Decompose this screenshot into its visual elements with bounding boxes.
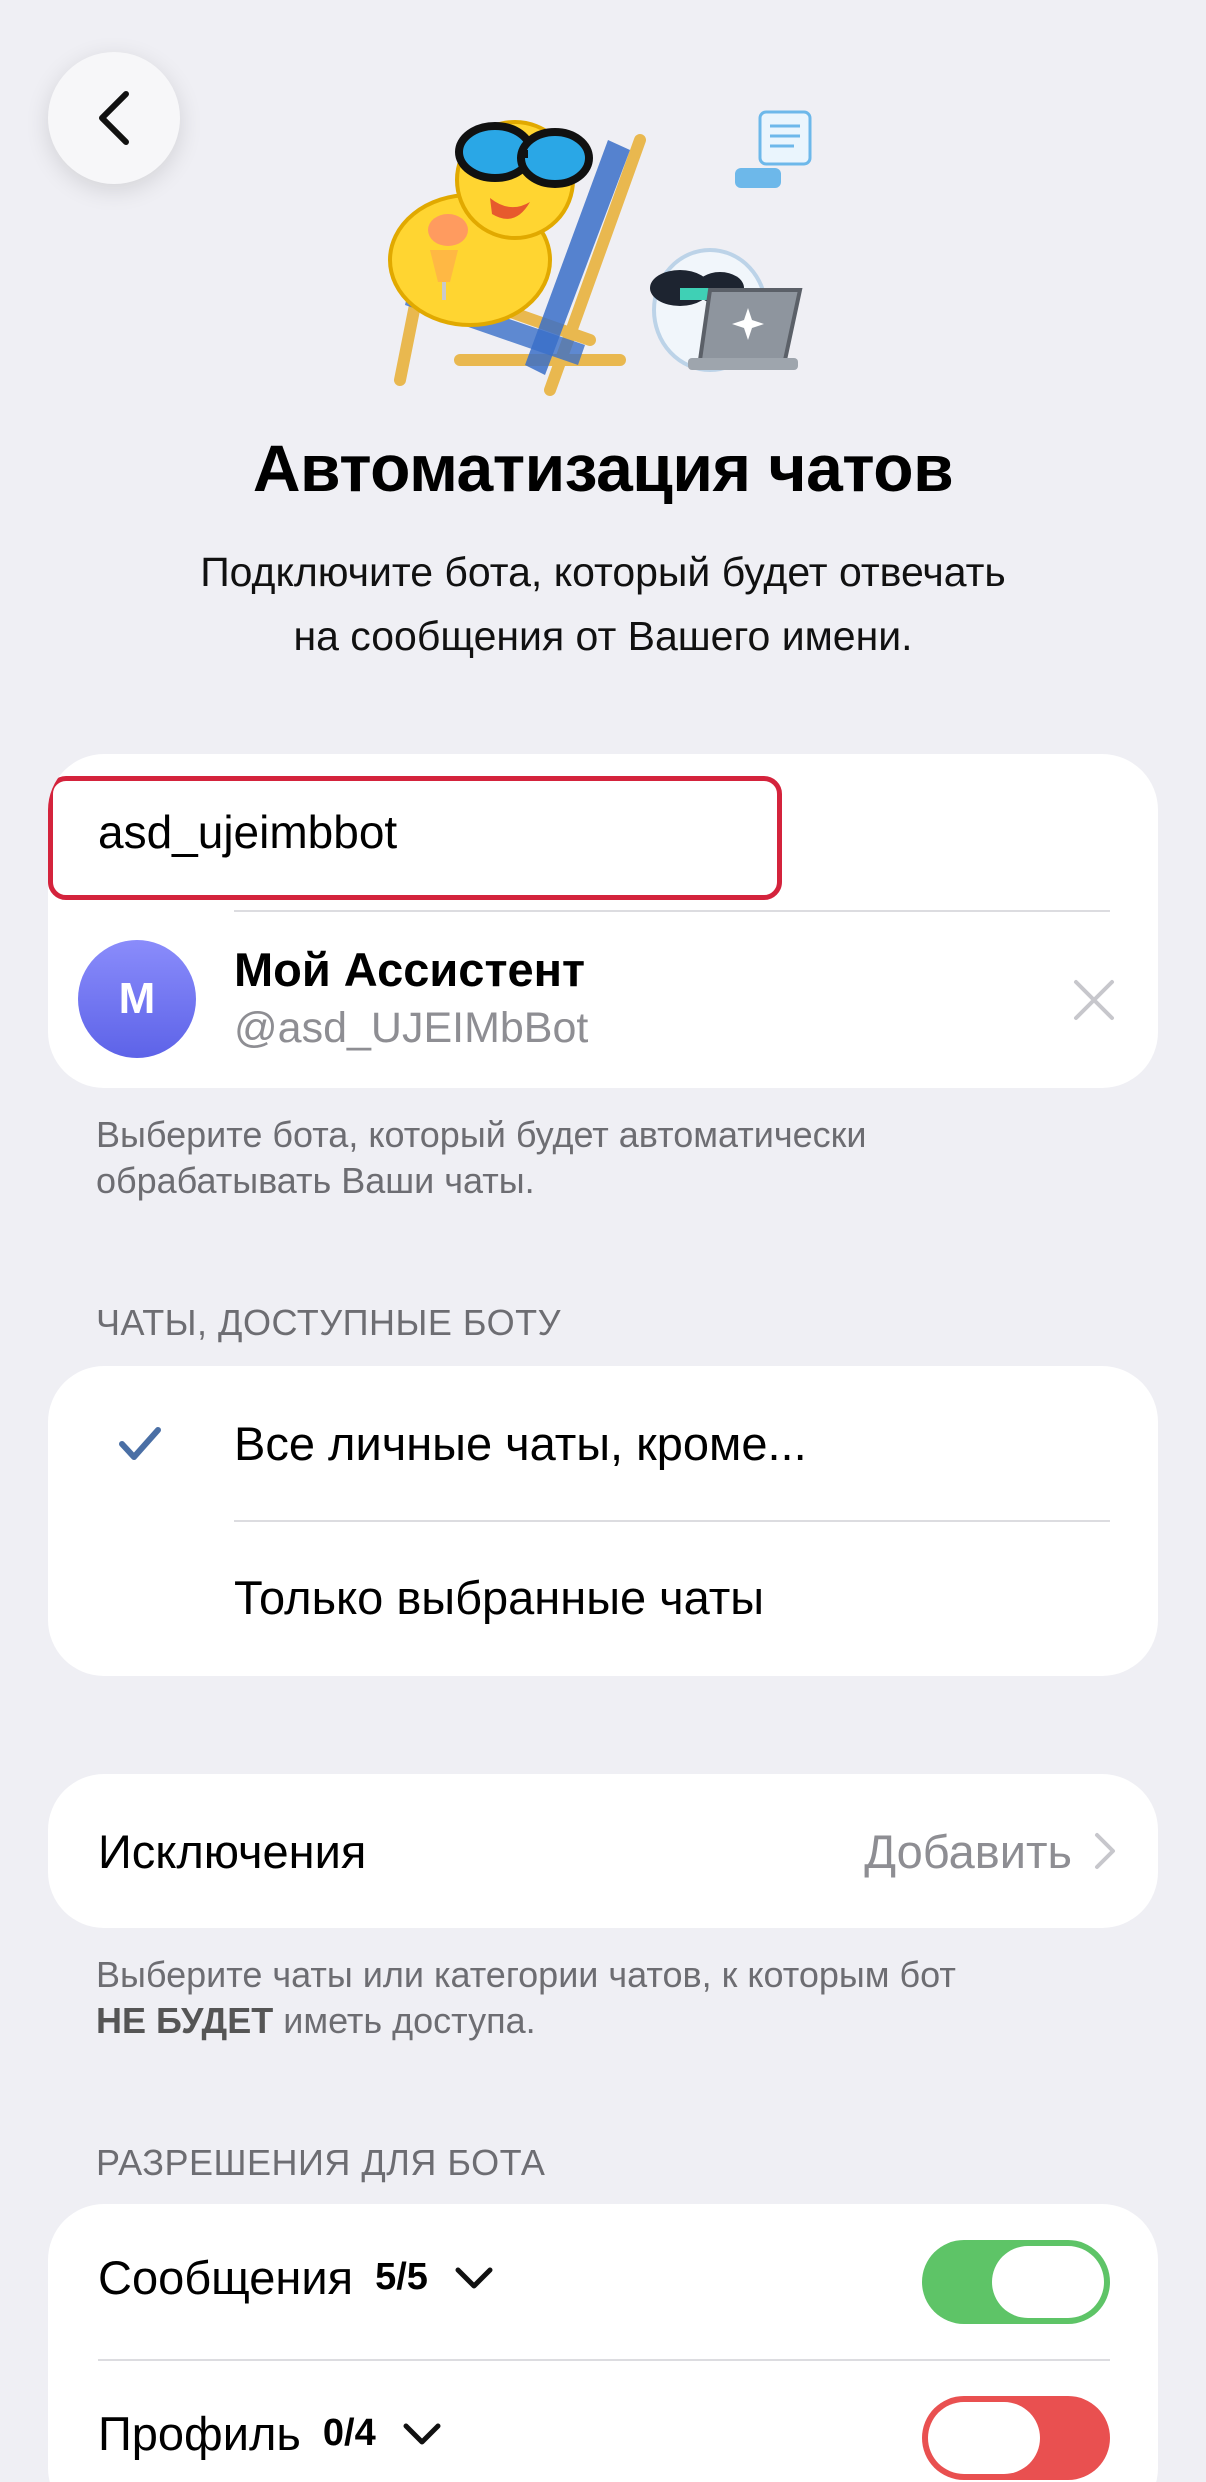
exceptions-footnote-line-1: Выберите чаты или категории чатов, к кот…: [96, 1954, 956, 1995]
chevron-down-icon: [403, 2423, 441, 2444]
permission-profile[interactable]: Профиль 0/4: [98, 2406, 442, 2461]
chat-option-all-except[interactable]: Все личные чаты, кроме...: [48, 1366, 1158, 1521]
toggle-knob: [928, 2402, 1040, 2474]
permission-messages[interactable]: Сообщения 5/5: [98, 2250, 494, 2305]
checkmark-icon: [119, 1427, 161, 1460]
chats-section-title: ЧАТЫ, ДОСТУПНЫЕ БОТУ: [96, 1302, 561, 1343]
duck-sticker-icon: [388, 110, 812, 396]
bot-footnote-line-2: обрабатывать Ваши чаты.: [96, 1160, 535, 1201]
chat-option-label: Только выбранные чаты: [234, 1571, 765, 1624]
add-label: Добавить: [864, 1824, 1072, 1878]
permission-count: 5/5: [375, 2256, 428, 2298]
chevron-left-icon: [99, 91, 129, 145]
permissions-card: Сообщения 5/5 Профиль 0/4: [48, 2204, 1158, 2482]
bot-handle: @asd_UJEIMbBot: [234, 1004, 589, 1052]
chat-option-label: Все личные чаты, кроме...: [234, 1417, 807, 1470]
bot-footnote-line-1: Выберите бота, который будет автоматичес…: [96, 1114, 867, 1155]
add-exceptions-button[interactable]: Добавить: [864, 1774, 1116, 1928]
exceptions-footnote-line-2: НЕ БУДЕТ иметь доступа.: [96, 1998, 1116, 2044]
chat-option-selected-only[interactable]: Только выбранные чаты: [48, 1522, 1158, 1676]
divider: [234, 910, 1110, 912]
page-subtitle: Подключите бота, который будет отвечать …: [120, 540, 1086, 668]
exceptions-label: Исключения: [98, 1825, 367, 1878]
back-button[interactable]: [48, 52, 180, 184]
subtitle-line-1: Подключите бота, который будет отвечать: [200, 549, 1006, 595]
permissions-section-title: РАЗРЕШЕНИЯ ДЛЯ БОТА: [96, 2142, 546, 2183]
bot-username-input[interactable]: asd_ujeimbbot: [98, 754, 1098, 910]
chevron-right-icon: [1095, 1833, 1115, 1869]
profile-toggle[interactable]: [922, 2396, 1110, 2480]
toggle-knob: [992, 2246, 1104, 2318]
footnote-bold: НЕ БУДЕТ: [96, 2000, 274, 2041]
permission-label: Сообщения: [98, 2251, 354, 2304]
chats-card: Все личные чаты, кроме... Только выбранн…: [48, 1366, 1158, 1676]
bot-card: asd_ujeimbbot M Мой Ассистент @asd_UJEIM…: [48, 754, 1158, 1088]
exceptions-row[interactable]: Исключения Добавить: [48, 1774, 1158, 1928]
footnote-rest: иметь доступа.: [273, 2000, 536, 2041]
page-title: Автоматизация чатов: [252, 431, 954, 505]
close-icon[interactable]: [1066, 972, 1122, 1028]
messages-toggle[interactable]: [922, 2240, 1110, 2324]
subtitle-line-2: на сообщения от Вашего имени.: [293, 613, 913, 659]
avatar: M: [78, 940, 196, 1058]
bot-footnote: Выберите бота, который будет автоматичес…: [96, 1112, 1116, 1204]
permission-count: 0/4: [322, 2412, 376, 2454]
chevron-down-icon: [455, 2267, 493, 2288]
permission-label: Профиль: [98, 2407, 301, 2460]
bot-name: Мой Ассистент: [234, 943, 586, 996]
divider: [98, 2359, 1110, 2361]
exceptions-footnote: Выберите чаты или категории чатов, к кот…: [96, 1952, 1116, 2044]
